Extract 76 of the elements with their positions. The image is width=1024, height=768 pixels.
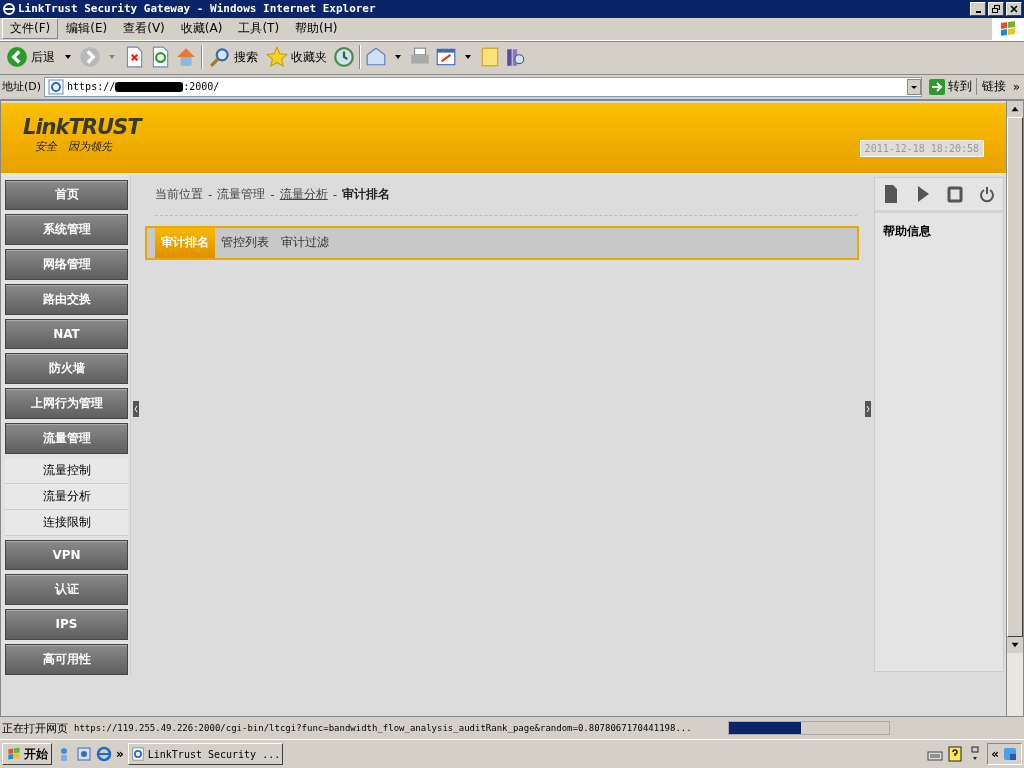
breadcrumb-separator: - [270,187,275,202]
redaction-mark [115,81,184,92]
go-button[interactable]: 转到 [924,78,977,96]
nav-item[interactable]: NAT [5,318,128,350]
slogan: 安全 因为领先 [34,138,114,154]
breadcrumb-separator: - [208,187,213,202]
nav-item[interactable]: 网络管理 [5,249,128,280]
menu-item[interactable]: 查看(V) [115,18,173,40]
scroll-thumb[interactable] [1007,116,1023,637]
tab[interactable]: 管控列表 [215,227,275,258]
expand-tray-button[interactable]: « [991,747,999,762]
browser-icon [2,1,16,16]
breadcrumb-item: 流量管理 [217,186,266,204]
favorites-button[interactable]: 收藏夹 [264,46,329,69]
dropdown-arrow-icon[interactable] [395,55,401,60]
nav-item[interactable]: VPN [5,539,128,571]
nav-item[interactable]: 系统管理 [5,214,128,246]
nav-item[interactable]: 防火墙 [5,353,128,385]
close-icon [1009,3,1019,14]
menu-item[interactable]: 收藏(A) [172,18,231,40]
dropdown-arrow-icon[interactable] [65,55,71,60]
menu-item[interactable]: 编辑(E) [58,18,116,40]
search-button[interactable]: 搜索 [207,46,260,69]
search-icon [209,46,231,69]
nav-item[interactable]: 路由交换 [5,283,128,315]
scrollbar[interactable] [1006,100,1023,717]
breadcrumb-separator: - [332,187,338,202]
collapse-handle[interactable] [133,401,139,418]
restore-icon [991,3,1001,14]
menu-item[interactable]: 工具(T) [230,18,288,40]
go-arrow-icon [928,78,945,95]
nav-item[interactable]: IPS [5,609,128,640]
nav-item[interactable]: 高可用性 [5,643,128,675]
menu-item[interactable]: 帮助(H) [287,18,346,40]
play-icon[interactable] [915,183,931,204]
dropdown-button[interactable] [906,78,921,95]
collapse-handle[interactable] [865,401,871,418]
taskbar-item[interactable]: LinkTrust Security ... [127,743,284,766]
more-button[interactable]: » [1010,79,1022,94]
breadcrumb-item[interactable]: 流量分析 [279,186,328,204]
restore-button[interactable] [988,1,1004,16]
document-icon[interactable] [883,183,899,204]
minimize-button[interactable] [970,1,986,16]
status-url: https://119.255.49.226:2000/cgi-bin/ltcgi?func=bandwidth_flow_analysis_auditRank_page&random=0.8078067170441198... [74,723,693,734]
logo: LinkTRUST [23,114,141,139]
window-icon[interactable] [76,746,92,763]
nav-item[interactable]: 流量管理 [5,422,128,454]
nav-item[interactable]: 认证 [5,574,128,606]
nav-item[interactable]: 首页 [5,179,128,211]
start-button[interactable]: 开始 [2,743,52,766]
datetime-display: 2011-12-18 18:20:58 [859,139,984,157]
help-icon[interactable] [947,746,964,763]
browser-icon[interactable] [96,746,112,763]
status-text: 正在打开网页 [2,720,68,736]
back-button[interactable]: 后退 [4,46,57,69]
scroll-up-icon[interactable] [1007,100,1023,117]
close-button[interactable] [1006,1,1022,16]
star-icon [266,46,288,69]
page-icon [130,747,145,762]
minimize-icon [975,10,981,13]
address-field[interactable]: https:// :2000/ [44,76,922,97]
nav-item[interactable]: 上网行为管理 [5,388,128,419]
windows-logo-icon [6,746,22,763]
breadcrumb-item: 当前位置 [155,186,203,204]
network-icon[interactable] [1002,746,1018,763]
window-title: LinkTrust Security Gateway - Windows Internet Explorer [18,2,376,16]
menu-item[interactable]: 文件(F) [2,18,59,40]
dropdown-arrow-icon[interactable] [465,55,471,60]
links-button[interactable]: 链接 [979,78,1008,96]
history-icon[interactable] [333,46,355,69]
breadcrumb-item: 审计排名 [342,186,391,204]
more-button[interactable]: » [116,747,124,762]
help-title: 帮助信息 [882,222,932,240]
address-label: 地址(D) [2,79,42,95]
page-icon [48,78,65,95]
tab[interactable]: 审计过滤 [275,227,335,258]
